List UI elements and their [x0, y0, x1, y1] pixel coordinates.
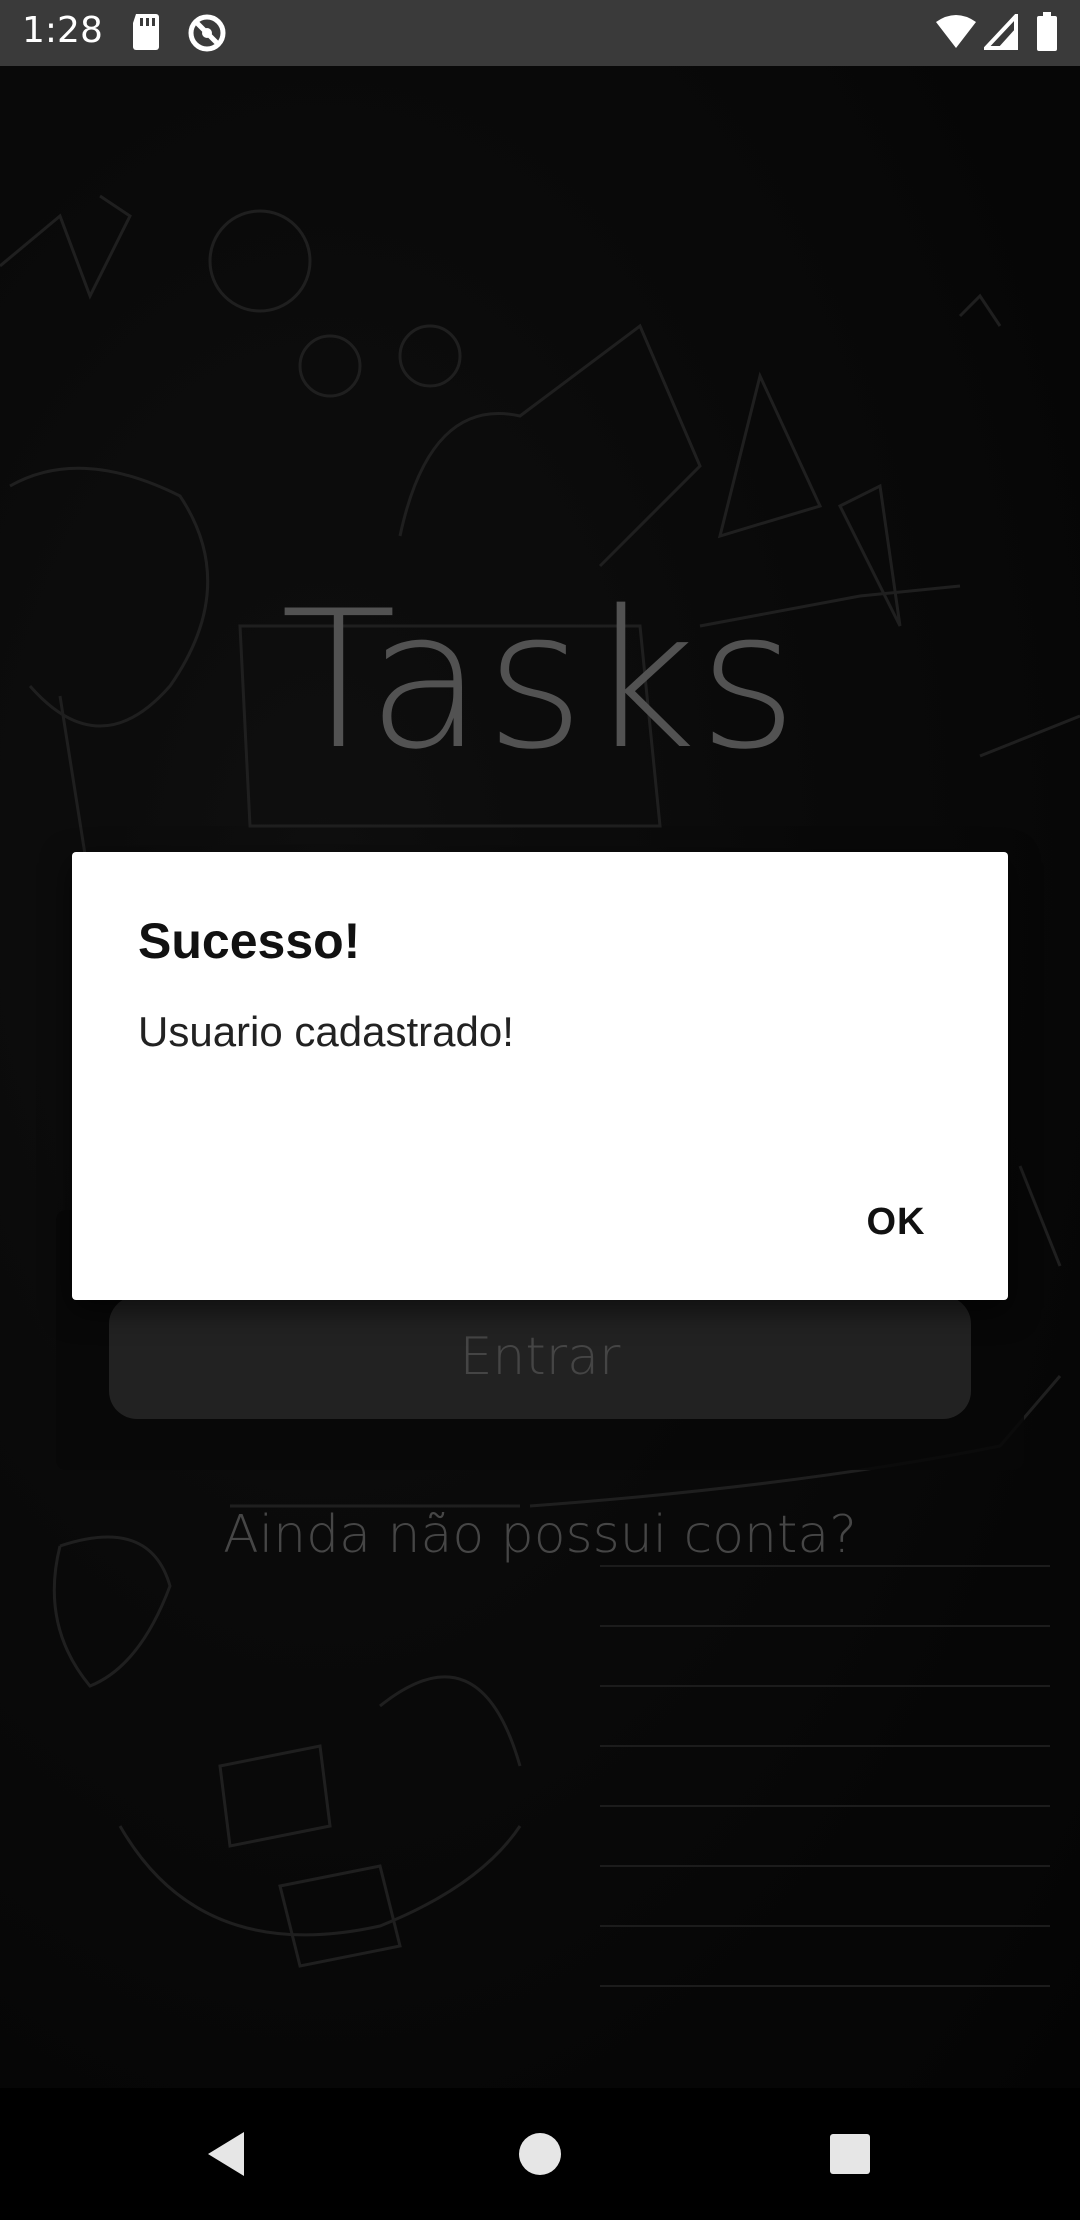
wifi-icon	[934, 14, 978, 55]
ok-button[interactable]: OK	[836, 1182, 956, 1262]
dialog-title: Sucesso!	[138, 913, 361, 969]
signal-icon	[981, 10, 1018, 55]
sd-card-icon	[130, 12, 162, 57]
navigation-bar	[0, 2088, 1080, 2220]
dialog-message: Usuario cadastrado!	[138, 1008, 514, 1055]
battery-icon	[1036, 12, 1058, 57]
status-time: 1:28	[22, 10, 103, 51]
back-icon[interactable]	[196, 2122, 260, 2186]
recents-icon[interactable]	[818, 2122, 882, 2186]
data-saver-icon	[186, 12, 228, 59]
status-bar: 1:28	[0, 0, 1080, 66]
home-icon[interactable]	[508, 2122, 572, 2186]
phone-screen: 1:28 Tasks Entrar Ainda não possui conta…	[0, 0, 1080, 2220]
success-dialog: Sucesso! Usuario cadastrado! OK	[72, 852, 1008, 1300]
